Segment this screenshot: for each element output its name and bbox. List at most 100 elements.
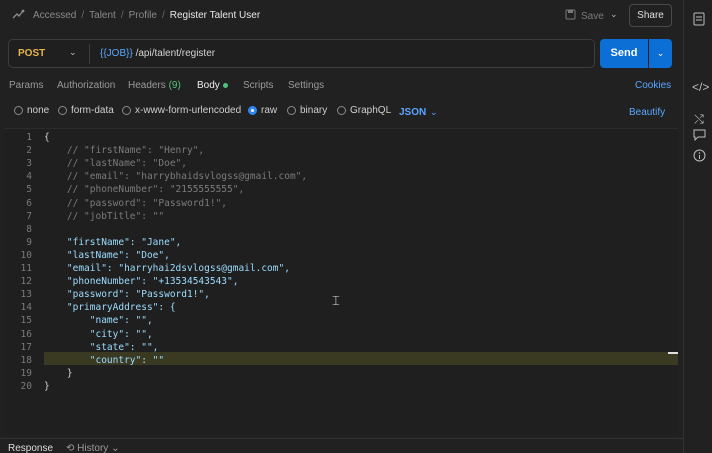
info-icon[interactable] <box>692 149 706 163</box>
radio-none[interactable]: none <box>14 105 49 116</box>
code-line[interactable]: } <box>44 380 50 393</box>
save-icon <box>565 9 576 23</box>
breadcrumb-item-profile[interactable]: Profile <box>129 10 157 21</box>
response-label[interactable]: Response <box>8 443 53 453</box>
method-select[interactable]: POST <box>18 48 45 59</box>
send-button[interactable]: Send <box>600 39 648 68</box>
line-number: 18 <box>20 354 32 366</box>
tab-authorization[interactable]: Authorization <box>57 80 115 91</box>
url-variable: {{JOB}} <box>100 48 133 59</box>
code-line[interactable]: "email": "harryhai2dsvlogss@gmail.com", <box>44 262 290 275</box>
code-line[interactable]: // "email": "harrybhaidsvlogss@gmail.com… <box>44 170 307 183</box>
radio-raw[interactable]: raw <box>248 105 277 116</box>
code-line[interactable]: "phoneNumber": "+13534543543", <box>44 275 239 288</box>
code-line[interactable]: } <box>44 367 73 380</box>
radio-raw-label: raw <box>261 105 278 116</box>
line-number: 20 <box>20 380 32 392</box>
request-panel: Accessed / Talent / Profile / Register Talent … <box>0 0 683 453</box>
tab-params[interactable]: Params <box>9 80 43 91</box>
tab-body[interactable]: Body <box>197 80 228 91</box>
code-line[interactable]: // "lastName": "Doe", <box>44 157 187 170</box>
radio-circle-icon <box>337 106 346 115</box>
code-editor[interactable]: 1 2 3 4 5 6 7 8 9 10 11 12 13 14 15 16 17 18 19 20 { // "fi… <box>4 128 678 434</box>
history-icon: ⟲ <box>66 443 75 453</box>
response-panel-bar: Response ⟲ History ⌄ <box>0 438 683 453</box>
request-tabs: Params Authorization Headers (9) Body Sc… <box>0 76 683 96</box>
code-line[interactable]: { <box>44 131 50 144</box>
line-number: 16 <box>20 328 32 340</box>
related-requests-icon[interactable]: ⤭ <box>692 112 706 126</box>
tab-headers[interactable]: Headers (9) <box>128 80 181 91</box>
radio-binary-label: binary <box>300 105 328 116</box>
line-number: 13 <box>20 289 32 301</box>
code-line[interactable]: // "password": "Password1!", <box>44 197 227 210</box>
code-line[interactable]: "lastName": "Doe", <box>44 249 170 262</box>
line-number: 19 <box>20 367 32 379</box>
history-dropdown[interactable]: ⟲ History ⌄ <box>66 443 119 453</box>
code-line[interactable]: "firstName": "Jane", <box>44 236 181 249</box>
divider <box>89 44 90 64</box>
breadcrumb-separator: / <box>120 10 124 21</box>
code-line[interactable]: "primaryAddress": { <box>44 301 176 314</box>
line-number: 15 <box>20 315 32 327</box>
history-label: History <box>77 443 109 453</box>
line-number: 11 <box>20 263 32 274</box>
code-line[interactable]: // "phoneNumber": "2155555555", <box>44 183 244 196</box>
radio-binary[interactable]: binary <box>287 105 327 116</box>
line-number: 2 <box>26 145 32 157</box>
code-line[interactable]: "state": "", <box>44 341 159 354</box>
chevron-down-icon[interactable]: ⌄ <box>69 47 77 58</box>
url-bar: POST ⌄ {{JOB}} /api/talent/register <box>8 39 595 68</box>
scrollbar-marker[interactable] <box>668 352 678 354</box>
line-number: 8 <box>26 223 32 235</box>
code-line[interactable]: "city": "", <box>44 328 153 341</box>
code-line[interactable]: // "jobTitle": "" <box>44 210 164 223</box>
share-button[interactable]: Share <box>629 4 672 27</box>
breadcrumb: Accessed / Talent / Profile / Register Talent … <box>33 10 260 21</box>
radio-graphql-label: GraphQL <box>350 105 392 116</box>
beautify-link[interactable]: Beautify <box>629 107 665 118</box>
line-number: 10 <box>20 249 32 261</box>
radio-form-data[interactable]: form-data <box>58 105 114 116</box>
chevron-down-icon[interactable]: ⌄ <box>430 107 438 118</box>
save-dropdown-chevron-icon[interactable]: ⌄ <box>610 9 618 20</box>
tab-settings[interactable]: Settings <box>288 80 324 91</box>
format-select[interactable]: JSON <box>399 107 426 118</box>
comments-icon[interactable] <box>692 128 706 142</box>
right-sidebar: </> ⤭ <box>683 0 712 453</box>
code-icon[interactable]: </> <box>692 80 709 94</box>
request-header: Accessed / Talent / Profile / Register Talent … <box>0 0 683 33</box>
breadcrumb-separator: / <box>161 10 165 21</box>
code-line[interactable]: // "firstName": "Henry", <box>44 144 204 157</box>
radio-form-data-label: form-data <box>71 105 114 116</box>
radio-urlencoded-label: x-www-form-urlencoded <box>135 105 242 116</box>
save-button[interactable]: Save <box>565 9 604 23</box>
cookies-link[interactable]: Cookies <box>635 80 671 91</box>
code-line[interactable]: "password": "Password1!", <box>44 288 210 301</box>
text-cursor-icon: ⌶ <box>332 293 340 308</box>
body-active-dot-icon <box>222 82 228 88</box>
radio-circle-icon <box>14 106 23 115</box>
body-type-selector: none form-data x-www-form-urlencoded raw… <box>0 102 683 120</box>
send-dropdown-chevron-icon[interactable]: ⌄ <box>649 39 672 68</box>
line-number: 6 <box>26 197 32 209</box>
request-name[interactable]: Register Talent User <box>170 10 260 21</box>
tab-scripts[interactable]: Scripts <box>243 80 274 91</box>
radio-urlencoded[interactable]: x-www-form-urlencoded <box>122 105 241 116</box>
line-number: 1 <box>26 132 32 143</box>
save-label: Save <box>581 10 604 22</box>
tab-body-label: Body <box>197 80 220 91</box>
documentation-icon[interactable] <box>692 12 706 26</box>
line-number: 9 <box>26 236 32 248</box>
radio-circle-icon <box>122 106 131 115</box>
code-line[interactable]: "country": "" <box>44 354 164 367</box>
url-input[interactable]: {{JOB}} /api/talent/register <box>100 48 215 59</box>
line-number: 7 <box>26 210 32 222</box>
code-line[interactable]: "name": "", <box>44 314 153 327</box>
breadcrumb-item-talent[interactable]: Talent <box>89 10 116 21</box>
tab-headers-label: Headers <box>128 80 166 91</box>
radio-none-label: none <box>27 105 50 116</box>
breadcrumb-item-accessed[interactable]: Accessed <box>33 10 76 21</box>
headers-count-badge: (9) <box>168 80 181 91</box>
radio-graphql[interactable]: GraphQL <box>337 105 391 116</box>
